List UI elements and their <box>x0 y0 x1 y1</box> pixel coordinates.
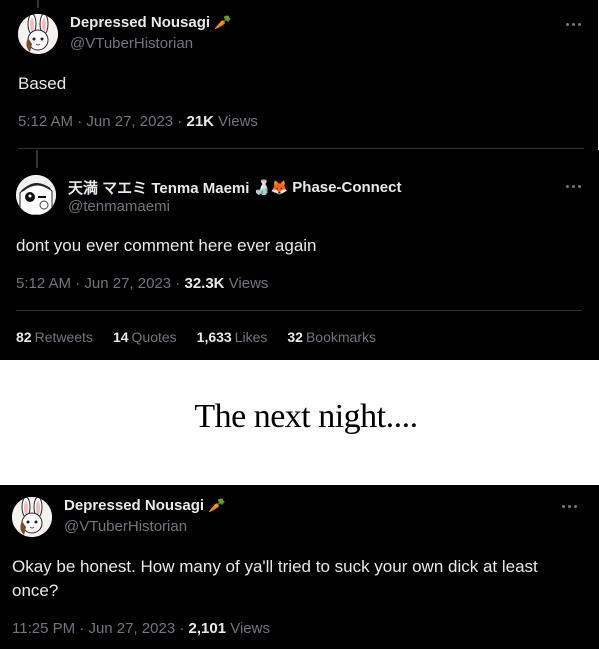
author-name-row[interactable]: 天満 マエミ Tenma Maemi 🍶🦊 Phase-Connect <box>68 177 402 198</box>
views-count: 32.3K <box>184 275 225 292</box>
likes-stat[interactable]: 1,633 Likes <box>197 329 268 345</box>
avatar[interactable] <box>18 14 58 54</box>
author-name-row[interactable]: Depressed Nousagi 🥕 <box>64 497 225 514</box>
tweet-1: Depressed Nousagi 🥕 @VTuberHistorian Bas… <box>0 0 598 150</box>
tweet-date[interactable]: Jun 27, 2023 <box>86 113 173 130</box>
views-label: Views <box>214 113 258 130</box>
tweet-text: dont you ever comment here ever again <box>16 236 317 255</box>
author-handle[interactable]: @VTuberHistorian <box>70 35 193 52</box>
thread-line-top <box>37 0 39 8</box>
caption-area: The next night.... <box>0 360 599 485</box>
thread-line-top <box>36 150 38 168</box>
display-name[interactable]: Depressed Nousagi <box>70 14 210 31</box>
sake-fox-emoji: 🍶🦊 <box>253 179 289 196</box>
tweet-2: 天満 マエミ Tenma Maemi 🍶🦊 Phase-Connect @ten… <box>0 150 599 360</box>
retweets-stat[interactable]: 82 Retweets <box>16 329 93 345</box>
tweet-time[interactable]: 5:12 AM <box>16 275 71 292</box>
tenma-avatar-icon <box>16 175 56 215</box>
tweet-meta: 5:12 AM · Jun 27, 2023 · 21K Views <box>18 113 258 130</box>
tweet-text: Okay be honest. How many of ya'll tried … <box>12 557 538 600</box>
tweet-time[interactable]: 5:12 AM <box>18 113 73 130</box>
views-label: Views <box>224 275 269 292</box>
bunny-avatar-icon <box>18 14 58 54</box>
avatar[interactable] <box>12 497 52 537</box>
caption-text: The next night.... <box>194 398 418 435</box>
divider <box>18 148 584 149</box>
engagement-stats: 82 Retweets 14 Quotes 1,633 Likes 32 Bookmar… <box>16 329 376 345</box>
views-count: 21K <box>186 113 215 130</box>
author-handle[interactable]: @tenmamaemi <box>68 198 170 215</box>
display-name[interactable]: Depressed Nousagi <box>64 497 204 514</box>
bunny-avatar-icon <box>12 497 52 537</box>
tweet-meta: 5:12 AM · Jun 27, 2023 · 32.3K Views <box>16 275 269 292</box>
tweet-meta: 11:25 PM · Jun 27, 2023 · 2,101 Views <box>12 620 270 637</box>
bookmarks-stat[interactable]: 32 Bookmarks <box>287 329 376 345</box>
display-name-suffix[interactable]: Phase-Connect <box>292 179 401 196</box>
tweet-date[interactable]: Jun 27, 2023 <box>84 275 171 292</box>
avatar[interactable] <box>16 175 56 215</box>
more-horizontal-icon[interactable] <box>562 505 577 508</box>
tweet-date[interactable]: Jun 27, 2023 <box>88 620 175 637</box>
views-count: 2,101 <box>188 620 227 637</box>
more-horizontal-icon[interactable] <box>566 23 581 26</box>
more-horizontal-icon[interactable] <box>566 185 581 188</box>
carrot-emoji: 🥕 <box>214 14 232 31</box>
tweet-time[interactable]: 11:25 PM <box>12 620 75 637</box>
carrot-emoji: 🥕 <box>208 497 226 514</box>
views-label: Views <box>226 620 270 637</box>
display-name[interactable]: 天満 マエミ Tenma Maemi <box>68 177 249 198</box>
author-handle[interactable]: @VTuberHistorian <box>64 518 187 535</box>
quotes-stat[interactable]: 14 Quotes <box>113 329 177 345</box>
author-name-row[interactable]: Depressed Nousagi 🥕 <box>70 14 231 31</box>
tweet-text: Based <box>18 74 67 93</box>
divider <box>16 310 582 311</box>
tweet-3: Depressed Nousagi 🥕 @VTuberHistorian Oka… <box>0 485 599 649</box>
